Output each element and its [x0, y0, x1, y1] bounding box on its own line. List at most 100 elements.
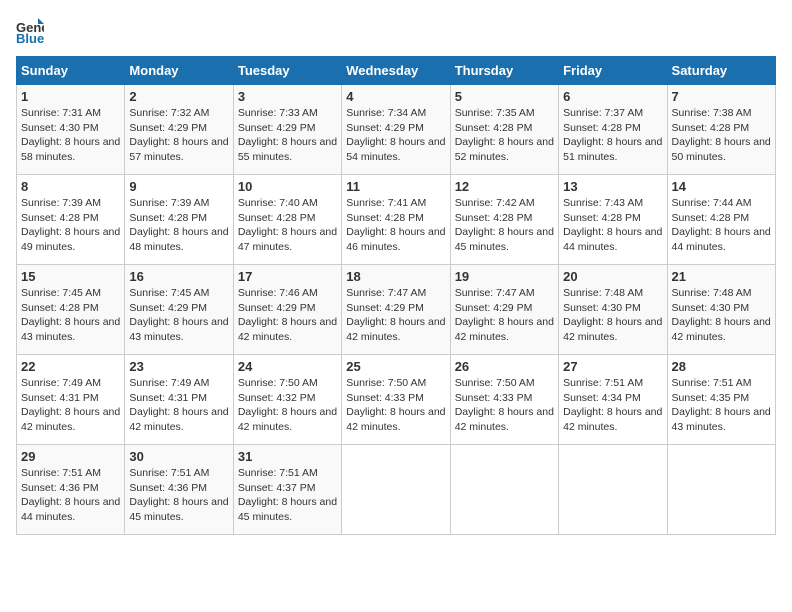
day-info: Sunrise: 7:32 AMSunset: 4:29 PMDaylight:…: [129, 106, 228, 165]
day-info: Sunrise: 7:45 AMSunset: 4:29 PMDaylight:…: [129, 286, 228, 345]
day-number: 25: [346, 359, 445, 374]
calendar-cell: 23Sunrise: 7:49 AMSunset: 4:31 PMDayligh…: [125, 355, 233, 445]
weekday-header-thursday: Thursday: [450, 57, 558, 85]
day-number: 21: [672, 269, 771, 284]
calendar-cell: 2 Sunrise: 7:32 AMSunset: 4:29 PMDaylight…: [125, 85, 233, 175]
day-info: Sunrise: 7:39 AMSunset: 4:28 PMDaylight:…: [129, 196, 228, 255]
calendar-cell: 14Sunrise: 7:44 AMSunset: 4:28 PMDayligh…: [667, 175, 775, 265]
weekday-header-sunday: Sunday: [17, 57, 125, 85]
day-info: Sunrise: 7:48 AMSunset: 4:30 PMDaylight:…: [672, 286, 771, 345]
day-number: 27: [563, 359, 662, 374]
calendar-cell: 18 Sunrise: 7:47 AMSunset: 4:29 PMDayligh…: [342, 265, 450, 355]
day-number: 24: [238, 359, 337, 374]
calendar-cell: 31Sunrise: 7:51 AMSunset: 4:37 PMDayligh…: [233, 445, 341, 535]
calendar-cell: 20 Sunrise: 7:48 AMSunset: 4:30 PMDayligh…: [559, 265, 667, 355]
calendar-cell: 3 Sunrise: 7:33 AMSunset: 4:29 PMDaylight…: [233, 85, 341, 175]
day-info: Sunrise: 7:51 AMSunset: 4:37 PMDaylight:…: [238, 466, 337, 525]
weekday-header-tuesday: Tuesday: [233, 57, 341, 85]
day-number: 5: [455, 89, 554, 104]
calendar-cell: 15 Sunrise: 7:45 AMSunset: 4:28 PMDayligh…: [17, 265, 125, 355]
weekday-header-saturday: Saturday: [667, 57, 775, 85]
day-info: Sunrise: 7:50 AMSunset: 4:33 PMDaylight:…: [346, 376, 445, 435]
day-info: Sunrise: 7:50 AMSunset: 4:33 PMDaylight:…: [455, 376, 554, 435]
day-number: 29: [21, 449, 120, 464]
weekday-header-friday: Friday: [559, 57, 667, 85]
logo-icon: General Blue: [16, 16, 44, 44]
calendar-cell: 13 Sunrise: 7:43 AMSunset: 4:28 PMDayligh…: [559, 175, 667, 265]
day-number: 1: [21, 89, 120, 104]
day-number: 28: [672, 359, 771, 374]
calendar-cell: 4 Sunrise: 7:34 AMSunset: 4:29 PMDaylight…: [342, 85, 450, 175]
day-info: Sunrise: 7:51 AMSunset: 4:35 PMDaylight:…: [672, 376, 771, 435]
day-number: 22: [21, 359, 120, 374]
weekday-header-monday: Monday: [125, 57, 233, 85]
day-number: 26: [455, 359, 554, 374]
day-info: Sunrise: 7:49 AMSunset: 4:31 PMDaylight:…: [21, 376, 120, 435]
calendar-cell: 16Sunrise: 7:45 AMSunset: 4:29 PMDayligh…: [125, 265, 233, 355]
day-number: 10: [238, 179, 337, 194]
calendar-cell: 22 Sunrise: 7:49 AMSunset: 4:31 PMDayligh…: [17, 355, 125, 445]
calendar-cell: 6 Sunrise: 7:37 AMSunset: 4:28 PMDaylight…: [559, 85, 667, 175]
day-info: Sunrise: 7:38 AMSunset: 4:28 PMDaylight:…: [672, 106, 771, 165]
day-number: 23: [129, 359, 228, 374]
calendar-cell: [667, 445, 775, 535]
calendar-cell: 9 Sunrise: 7:39 AMSunset: 4:28 PMDaylight…: [125, 175, 233, 265]
calendar-cell: 25 Sunrise: 7:50 AMSunset: 4:33 PMDayligh…: [342, 355, 450, 445]
day-info: Sunrise: 7:41 AMSunset: 4:28 PMDaylight:…: [346, 196, 445, 255]
day-number: 13: [563, 179, 662, 194]
day-number: 8: [21, 179, 120, 194]
day-number: 11: [346, 179, 445, 194]
day-info: Sunrise: 7:51 AMSunset: 4:36 PMDaylight:…: [21, 466, 120, 525]
day-number: 6: [563, 89, 662, 104]
day-info: Sunrise: 7:31 AMSunset: 4:30 PMDaylight:…: [21, 106, 120, 165]
day-number: 15: [21, 269, 120, 284]
calendar-cell: 1 Sunrise: 7:31 AMSunset: 4:30 PMDaylight…: [17, 85, 125, 175]
calendar-cell: 30 Sunrise: 7:51 AMSunset: 4:36 PMDayligh…: [125, 445, 233, 535]
day-info: Sunrise: 7:44 AMSunset: 4:28 PMDaylight:…: [672, 196, 771, 255]
day-info: Sunrise: 7:46 AMSunset: 4:29 PMDaylight:…: [238, 286, 337, 345]
weekday-header-wednesday: Wednesday: [342, 57, 450, 85]
calendar-cell: 26 Sunrise: 7:50 AMSunset: 4:33 PMDayligh…: [450, 355, 558, 445]
day-info: Sunrise: 7:51 AMSunset: 4:36 PMDaylight:…: [129, 466, 228, 525]
day-number: 12: [455, 179, 554, 194]
day-number: 9: [129, 179, 228, 194]
calendar-cell: 10 Sunrise: 7:40 AMSunset: 4:28 PMDayligh…: [233, 175, 341, 265]
day-info: Sunrise: 7:40 AMSunset: 4:28 PMDaylight:…: [238, 196, 337, 255]
day-number: 3: [238, 89, 337, 104]
day-number: 17: [238, 269, 337, 284]
day-number: 7: [672, 89, 771, 104]
day-number: 18: [346, 269, 445, 284]
day-info: Sunrise: 7:47 AMSunset: 4:29 PMDaylight:…: [455, 286, 554, 345]
calendar-cell: 28 Sunrise: 7:51 AMSunset: 4:35 PMDayligh…: [667, 355, 775, 445]
day-info: Sunrise: 7:48 AMSunset: 4:30 PMDaylight:…: [563, 286, 662, 345]
calendar-cell: [342, 445, 450, 535]
calendar-cell: 8 Sunrise: 7:39 AMSunset: 4:28 PMDaylight…: [17, 175, 125, 265]
day-info: Sunrise: 7:51 AMSunset: 4:34 PMDaylight:…: [563, 376, 662, 435]
day-number: 4: [346, 89, 445, 104]
calendar-table: SundayMondayTuesdayWednesdayThursdayFrid…: [16, 56, 776, 535]
calendar-cell: 17 Sunrise: 7:46 AMSunset: 4:29 PMDayligh…: [233, 265, 341, 355]
calendar-cell: [559, 445, 667, 535]
day-number: 20: [563, 269, 662, 284]
day-info: Sunrise: 7:35 AMSunset: 4:28 PMDaylight:…: [455, 106, 554, 165]
calendar-cell: 19 Sunrise: 7:47 AMSunset: 4:29 PMDayligh…: [450, 265, 558, 355]
calendar-cell: 24Sunrise: 7:50 AMSunset: 4:32 PMDayligh…: [233, 355, 341, 445]
day-info: Sunrise: 7:43 AMSunset: 4:28 PMDaylight:…: [563, 196, 662, 255]
page-header: General Blue: [16, 16, 776, 44]
calendar-cell: 7 Sunrise: 7:38 AMSunset: 4:28 PMDaylight…: [667, 85, 775, 175]
calendar-cell: 12 Sunrise: 7:42 AMSunset: 4:28 PMDayligh…: [450, 175, 558, 265]
day-number: 19: [455, 269, 554, 284]
svg-text:Blue: Blue: [16, 31, 44, 44]
day-info: Sunrise: 7:37 AMSunset: 4:28 PMDaylight:…: [563, 106, 662, 165]
calendar-cell: 27 Sunrise: 7:51 AMSunset: 4:34 PMDayligh…: [559, 355, 667, 445]
day-info: Sunrise: 7:33 AMSunset: 4:29 PMDaylight:…: [238, 106, 337, 165]
calendar-cell: 29 Sunrise: 7:51 AMSunset: 4:36 PMDayligh…: [17, 445, 125, 535]
day-info: Sunrise: 7:39 AMSunset: 4:28 PMDaylight:…: [21, 196, 120, 255]
day-info: Sunrise: 7:45 AMSunset: 4:28 PMDaylight:…: [21, 286, 120, 345]
day-info: Sunrise: 7:34 AMSunset: 4:29 PMDaylight:…: [346, 106, 445, 165]
day-info: Sunrise: 7:42 AMSunset: 4:28 PMDaylight:…: [455, 196, 554, 255]
calendar-cell: 5 Sunrise: 7:35 AMSunset: 4:28 PMDaylight…: [450, 85, 558, 175]
day-number: 30: [129, 449, 228, 464]
day-number: 2: [129, 89, 228, 104]
day-info: Sunrise: 7:47 AMSunset: 4:29 PMDaylight:…: [346, 286, 445, 345]
